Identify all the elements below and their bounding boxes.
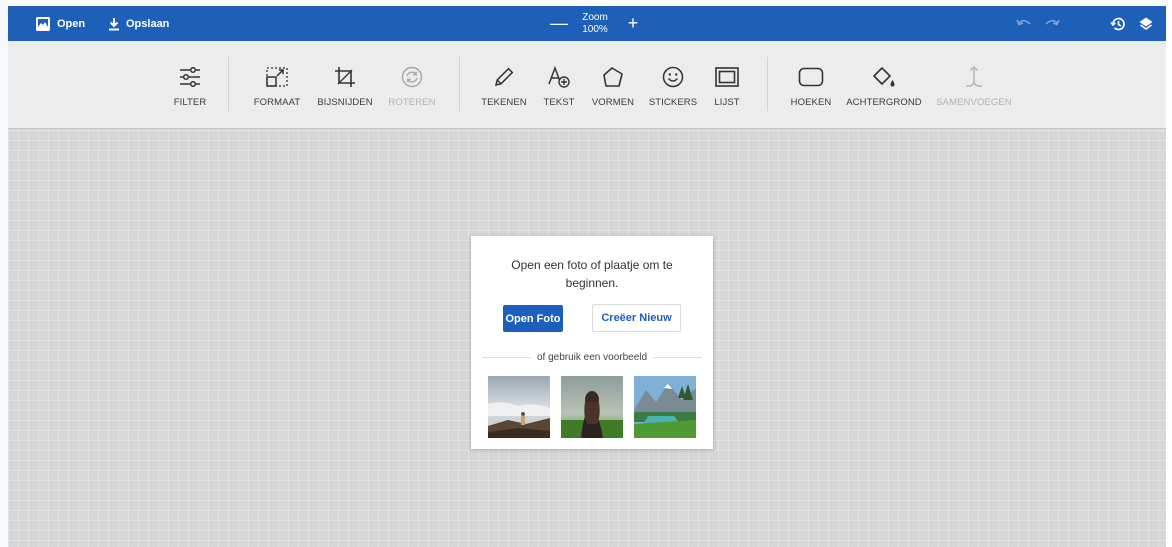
toolbar-divider (459, 57, 460, 111)
tool-achtergrond[interactable]: ACHTERGROND (845, 41, 923, 129)
sample-photo-misty-mountain[interactable] (488, 376, 550, 438)
rotate-icon (401, 66, 423, 93)
save-button[interactable]: Opslaan (108, 6, 169, 41)
sliders-icon (179, 66, 201, 92)
tool-stickers-label: STICKERS (648, 97, 698, 108)
layers-icon (1138, 16, 1154, 32)
divider-line (653, 356, 703, 358)
tool-bijsnijden[interactable]: BIJSNIJDEN (313, 41, 377, 129)
open-photo-button[interactable]: Open Foto (503, 305, 563, 332)
tool-tekenen-label: TEKENEN (481, 97, 527, 108)
frame-icon (715, 66, 739, 92)
tool-filter[interactable]: FILTER (168, 41, 212, 129)
tool-bijsnijden-label: BIJSNIJDEN (317, 97, 373, 108)
zoom-readout: Zoom 100% (578, 12, 612, 36)
merge-icon (963, 65, 985, 94)
tool-roteren[interactable]: ROTEREN (384, 41, 440, 129)
redo-icon (1044, 18, 1060, 30)
zoom-label: Zoom (582, 11, 608, 23)
tool-hoeken[interactable]: HOEKEN (786, 41, 836, 129)
rounded-corners-icon (798, 67, 824, 92)
crop-icon (334, 66, 356, 93)
top-bar: Open Opslaan — Zoom 100% + (8, 6, 1166, 41)
dialog-message: Open een foto of plaatje om te beginnen. (511, 258, 673, 290)
undo-icon (1016, 18, 1032, 30)
smiley-icon (662, 66, 684, 93)
tool-samenvoegen-label: SAMENVOEGEN (936, 97, 1012, 108)
tool-formaat-label: FORMAAT (253, 97, 301, 108)
divider-text: of gebruik een voorbeeld (536, 351, 648, 363)
tool-tekst-label: TEKST (543, 97, 575, 108)
toolbar-divider (228, 57, 229, 111)
photo-editor-app: Open Opslaan — Zoom 100% + FILTER FORMAA… (8, 6, 1166, 547)
download-icon (108, 17, 120, 31)
tool-tekenen[interactable]: TEKENEN (478, 41, 530, 129)
zoom-out-button[interactable]: — (550, 13, 568, 34)
tool-lijst[interactable]: LIJST (707, 41, 747, 129)
zoom-value: 100% (582, 23, 608, 35)
tool-filter-label: FILTER (173, 97, 207, 108)
create-new-button[interactable]: Creëer Nieuw (592, 304, 681, 332)
tools-toolbar: FILTER FORMAAT BIJSNIJDEN ROTEREN TEKENE… (8, 41, 1166, 129)
sample-photo-mountain-lake[interactable] (634, 376, 696, 438)
tool-stickers[interactable]: STICKERS (646, 41, 700, 129)
open-label: Open (57, 17, 86, 30)
sample-photo-woman-field[interactable] (561, 376, 623, 438)
tool-lijst-label: LIJST (714, 97, 740, 108)
tool-achtergrond-label: ACHTERGROND (846, 97, 922, 108)
redo-button[interactable] (1044, 6, 1060, 41)
layers-button[interactable] (1138, 6, 1154, 41)
open-button[interactable]: Open (35, 6, 85, 41)
divider-line (482, 356, 531, 358)
text-add-icon (547, 65, 571, 94)
tool-tekst[interactable]: TEKST (539, 41, 579, 129)
toolbar-divider (767, 57, 768, 111)
paint-bucket-icon (872, 66, 896, 93)
pentagon-icon (602, 66, 624, 93)
resize-icon (266, 66, 288, 92)
tool-vormen-label: VORMEN (591, 97, 635, 108)
canvas-area: Open een foto of plaatje om te beginnen.… (8, 130, 1166, 547)
zoom-control: — Zoom 100% + (550, 6, 640, 41)
zoom-in-button[interactable]: + (626, 13, 640, 34)
page-margin-left (0, 0, 8, 547)
tool-vormen[interactable]: VORMEN (587, 41, 639, 129)
sample-divider: of gebruik een voorbeeld (482, 351, 703, 363)
history-icon (1110, 16, 1126, 32)
save-label: Opslaan (126, 17, 170, 30)
open-photo-dialog: Open een foto of plaatje om te beginnen.… (471, 236, 713, 449)
tool-samenvoegen[interactable]: SAMENVOEGEN (935, 41, 1013, 129)
tool-roteren-label: ROTEREN (388, 97, 436, 108)
tool-hoeken-label: HOEKEN (790, 97, 832, 108)
undo-button[interactable] (1016, 6, 1032, 41)
history-button[interactable] (1110, 6, 1126, 41)
page-margin-right (1166, 0, 1172, 547)
tool-formaat[interactable]: FORMAAT (249, 41, 305, 129)
image-icon (35, 16, 51, 32)
pencil-icon (493, 66, 515, 93)
